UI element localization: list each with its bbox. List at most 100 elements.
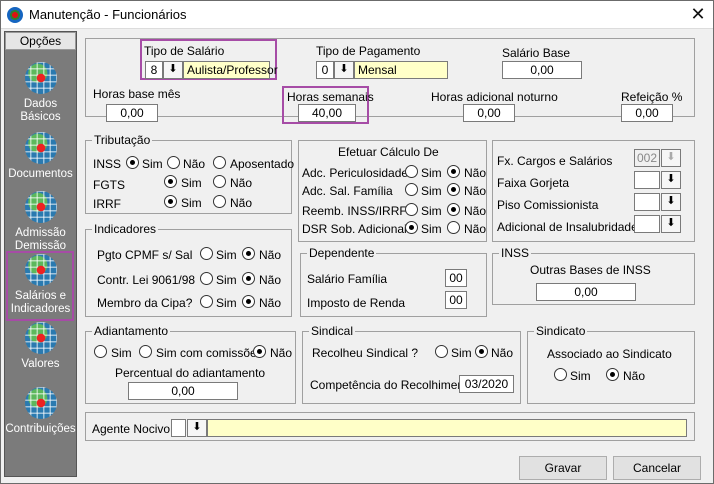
sidebar-item-contribuicoes[interactable]: Contribuições [5,387,76,436]
adiantamento-sim-radio[interactable] [94,345,107,358]
associado-sim-radio[interactable] [554,368,567,381]
piso-lookup-button[interactable]: ⬇ [661,193,681,211]
adiantamento-nao-radio[interactable] [253,345,266,358]
reemb-label: Reemb. INSS/IRRF [302,204,407,218]
cpmf-sim-radio[interactable] [200,247,213,260]
fx-cargos-lookup-button[interactable]: ⬇ [661,149,681,167]
radio-label: Sim [111,346,132,360]
inss-sim-radio[interactable] [126,156,139,169]
download-arrow-icon: ⬇ [192,421,202,433]
globe-icon [24,132,57,164]
percentual-field[interactable]: 0,00 [128,382,238,400]
tipo-salario-code[interactable]: 8 [145,61,163,79]
tipo-pagamento-lookup-button[interactable]: ⬇ [334,61,354,79]
fx-cargos-field[interactable]: 002 [634,149,660,167]
periculosidade-nao-radio[interactable] [447,165,460,178]
sidebar-item-label: Dados [23,98,58,110]
inss-label: INSS [93,157,122,171]
piso-field[interactable] [634,193,660,211]
competencia-label: Competência do Recolhimento [310,378,475,392]
associado-nao-radio[interactable] [606,368,619,381]
sindical-group: Sindical [302,324,521,404]
adiantamento-title: Adiantamento [92,324,171,338]
refeicao-field[interactable]: 0,00 [621,104,673,122]
fgts-sim-radio[interactable] [164,175,177,188]
agente-code-field[interactable] [171,419,186,437]
recolheu-nao-radio[interactable] [475,345,488,358]
tipo-salario-label: Tipo de Salário [144,44,225,58]
tipo-pagamento-value: Mensal [354,61,448,79]
sal-familia-nao-radio[interactable] [447,183,460,196]
globe-icon [24,191,57,223]
reemb-sim-radio[interactable] [405,203,418,216]
faixa-gorjeta-lookup-button[interactable]: ⬇ [661,171,681,189]
cipa-sim-radio[interactable] [200,295,213,308]
fx-cargos-label: Fx. Cargos e Salários [497,154,613,168]
radio-label: Não [259,273,282,287]
lei-9061-nao-radio[interactable] [242,272,255,285]
save-button[interactable]: Gravar [519,456,607,480]
sal-familia-sim-radio[interactable] [405,183,418,196]
agente-lookup-button[interactable]: ⬇ [187,419,207,437]
window-title: Manutenção - Funcionários [29,7,187,22]
indicadores-title: Indicadores [92,222,159,236]
reemb-nao-radio[interactable] [447,203,460,216]
app-globe-icon [7,7,23,23]
horas-noturno-field[interactable]: 0,00 [463,104,515,122]
radio-label: Não [183,157,206,171]
recolheu-sim-radio[interactable] [435,345,448,358]
imposto-renda-field[interactable]: 00 [445,291,467,309]
radio-label: Não [230,176,253,190]
cancel-button[interactable]: Cancelar [613,456,701,480]
percentual-label: Percentual do adiantamento [115,366,266,380]
tipo-salario-lookup-button[interactable]: ⬇ [163,61,183,79]
radio-label: Não [259,296,282,310]
fgts-nao-radio[interactable] [213,175,226,188]
horas-semanais-label: Horas semanais [287,90,374,104]
radio-label: Sim [216,296,237,310]
competencia-field[interactable]: 03/2020 [459,375,514,393]
sidebar-item-label: Admissão [15,227,66,239]
periculosidade-label: Adc. Periculosidade [302,166,409,180]
inss-nao-radio[interactable] [167,156,180,169]
insalubridade-field[interactable] [634,215,660,233]
radio-label: Não [464,222,487,236]
irrf-label: IRRF [93,197,121,211]
sidebar-item-dados-basicos[interactable]: Dados Básicos [5,62,76,124]
cipa-nao-radio[interactable] [242,295,255,308]
outras-bases-label: Outras Bases de INSS [530,263,651,277]
dsr-sim-radio[interactable] [405,221,418,234]
sindicato-title: Sindicato [534,324,588,338]
download-arrow-icon: ⬇ [339,63,349,75]
download-arrow-icon: ⬇ [666,151,676,163]
horas-base-field[interactable]: 0,00 [106,104,158,122]
lei-9061-sim-radio[interactable] [200,272,213,285]
adiantamento-sim-comissoes-radio[interactable] [139,345,152,358]
irrf-sim-radio[interactable] [164,195,177,208]
salario-familia-field[interactable]: 00 [445,269,467,287]
download-arrow-icon: ⬇ [666,217,676,229]
radio-label: Sim [181,176,202,190]
irrf-nao-radio[interactable] [213,195,226,208]
radio-label: Sim [216,248,237,262]
radio-label: Não [270,346,293,360]
insalubridade-lookup-button[interactable]: ⬇ [661,215,681,233]
radio-label: Não [491,346,514,360]
faixa-gorjeta-field[interactable] [634,171,660,189]
agente-label: Agente Nocivo [92,422,171,436]
horas-semanais-field[interactable]: 40,00 [298,104,356,122]
insalubridade-label: Adicional de Insalubridade [497,220,638,234]
dsr-label: DSR Sob. Adicionais [302,222,413,236]
sidebar-item-admissao-demissao[interactable]: Admissão Demissão [5,191,76,253]
tipo-pagamento-code[interactable]: 0 [316,61,334,79]
dsr-nao-radio[interactable] [447,221,460,234]
inss-aposentado-radio[interactable] [213,156,226,169]
radio-label: Sim [570,369,591,383]
close-icon[interactable]: ✕ [687,3,709,25]
sidebar-item-documentos[interactable]: Documentos [5,132,76,181]
cpmf-nao-radio[interactable] [242,247,255,260]
outras-bases-field[interactable]: 0,00 [536,283,636,301]
sidebar-item-valores[interactable]: Valores [5,322,76,371]
salario-base-field[interactable]: 0,00 [502,61,582,79]
periculosidade-sim-radio[interactable] [405,165,418,178]
